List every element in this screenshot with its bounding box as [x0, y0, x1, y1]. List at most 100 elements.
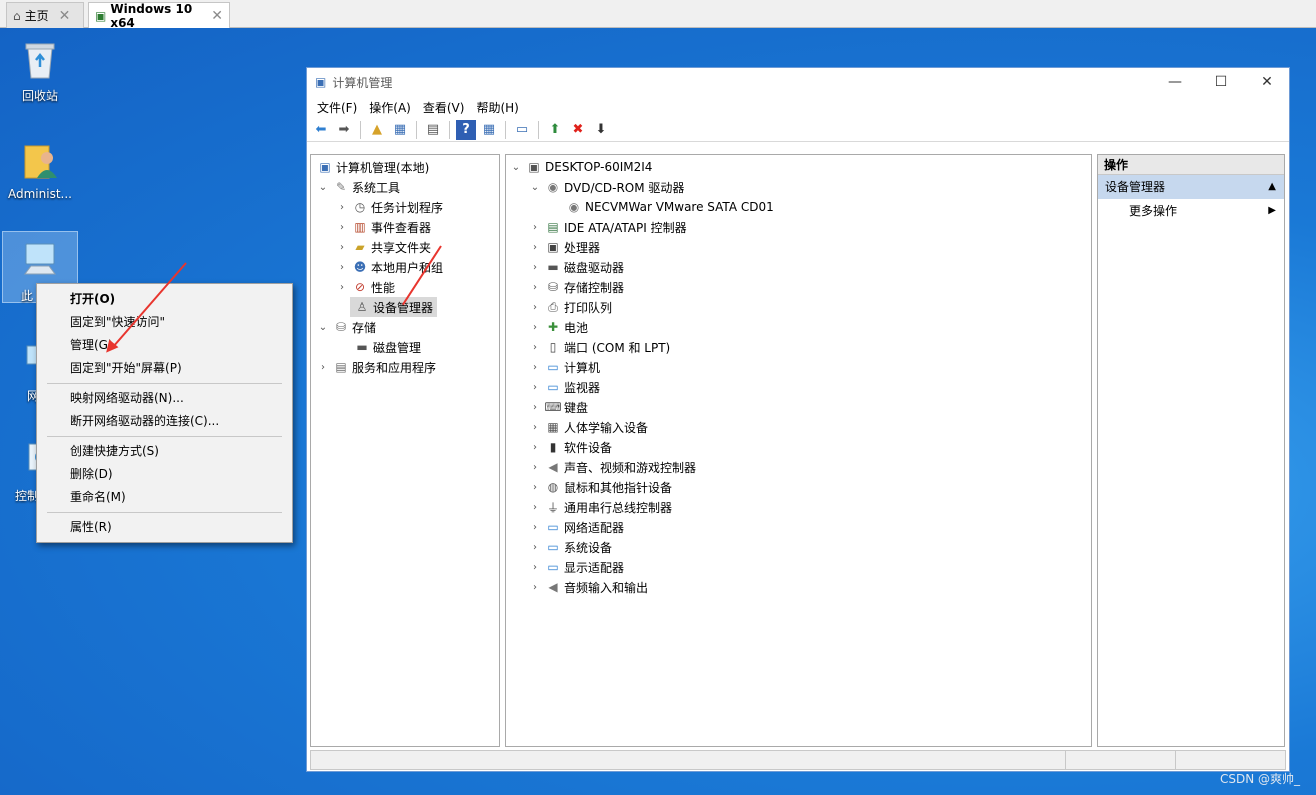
- tree-item-event-viewer[interactable]: › ▥ 事件查看器: [336, 217, 431, 237]
- tree-item-task-scheduler[interactable]: › ◷ 任务计划程序: [336, 197, 443, 217]
- close-icon[interactable]: ✕: [59, 8, 71, 24]
- tree-item-services-apps[interactable]: › ▤ 服务和应用程序: [317, 357, 436, 377]
- device-category-dvd[interactable]: ⌄ ◉ DVD/CD-ROM 驱动器: [529, 177, 685, 197]
- tab-windows10[interactable]: ▣ Windows 10 x64 ✕: [88, 2, 230, 30]
- chevron-down-icon[interactable]: ⌄: [529, 182, 541, 193]
- chevron-right-icon[interactable]: ›: [529, 242, 541, 253]
- minimize-button[interactable]: —: [1152, 68, 1198, 96]
- menu-item-map-drive[interactable]: 映射网络驱动器(N)...: [37, 387, 292, 410]
- actions-more[interactable]: 更多操作 ▶: [1098, 199, 1284, 223]
- chevron-right-icon[interactable]: ›: [529, 582, 541, 593]
- chevron-down-icon[interactable]: ⌄: [317, 322, 329, 333]
- chevron-right-icon[interactable]: ›: [336, 262, 348, 273]
- menu-item-manage[interactable]: 管理(G): [37, 334, 292, 357]
- device-category-usb[interactable]: › ⏚ 通用串行总线控制器: [529, 497, 672, 517]
- device-item-vmware-cd[interactable]: ◉ NECVMWar VMware SATA CD01: [562, 197, 774, 217]
- menu-item-delete[interactable]: 删除(D): [37, 463, 292, 486]
- device-category-print-queue[interactable]: › ⎙ 打印队列: [529, 297, 612, 317]
- help-icon[interactable]: ?: [456, 119, 476, 140]
- chevron-right-icon[interactable]: ›: [529, 362, 541, 373]
- chevron-right-icon[interactable]: ›: [336, 282, 348, 293]
- device-category-monitor[interactable]: › ▭ 监视器: [529, 377, 600, 397]
- device-category-system-device[interactable]: › ▭ 系统设备: [529, 537, 612, 557]
- chevron-right-icon[interactable]: ›: [317, 362, 329, 373]
- chevron-right-icon[interactable]: ›: [336, 242, 348, 253]
- device-category-storage-controller[interactable]: › ⛁ 存储控制器: [529, 277, 624, 297]
- menu-item-disconnect-drive[interactable]: 断开网络驱动器的连接(C)...: [37, 410, 292, 433]
- menu-help[interactable]: 帮助(H): [470, 99, 524, 116]
- device-category-audio-io[interactable]: › ◀ 音频输入和输出: [529, 577, 648, 597]
- action-pane-icon[interactable]: ▦: [479, 120, 499, 140]
- device-category-computer[interactable]: › ▭ 计算机: [529, 357, 600, 377]
- chevron-right-icon[interactable]: ›: [529, 302, 541, 313]
- device-category-software-device[interactable]: › ▮ 软件设备: [529, 437, 612, 457]
- chevron-right-icon[interactable]: ›: [529, 322, 541, 333]
- chevron-right-icon[interactable]: ›: [336, 222, 348, 233]
- device-category-network-adapter[interactable]: › ▭ 网络适配器: [529, 517, 624, 537]
- forward-icon[interactable]: ➡: [334, 120, 354, 140]
- properties-icon[interactable]: ▤: [423, 120, 443, 140]
- device-category-ide-controller[interactable]: › ▤ IDE ATA/ATAPI 控制器: [529, 217, 687, 237]
- chevron-down-icon[interactable]: ⌄: [510, 162, 522, 173]
- tree-item-computer-mgmt[interactable]: ▣ 计算机管理(本地): [313, 157, 429, 177]
- device-category-sound[interactable]: › ◀ 声音、视频和游戏控制器: [529, 457, 696, 477]
- device-category-display-adapter[interactable]: › ▭ 显示适配器: [529, 557, 624, 577]
- menu-item-pin-start[interactable]: 固定到"开始"屏幕(P): [37, 357, 292, 380]
- menu-item-create-shortcut[interactable]: 创建快捷方式(S): [37, 440, 292, 463]
- tree-item-storage[interactable]: ⌄ ⛁ 存储: [317, 317, 376, 337]
- back-icon[interactable]: ⬅: [311, 120, 331, 140]
- close-button[interactable]: ✕: [1244, 68, 1290, 96]
- chevron-right-icon[interactable]: ›: [529, 382, 541, 393]
- chevron-right-icon[interactable]: ›: [529, 502, 541, 513]
- desktop-icon-recycle-bin[interactable]: 回收站: [1, 32, 79, 104]
- actions-device-manager[interactable]: 设备管理器 ▲: [1098, 175, 1284, 199]
- chevron-right-icon[interactable]: ›: [529, 482, 541, 493]
- tree-item-performance[interactable]: › ⊘ 性能: [336, 277, 395, 297]
- tree-item-disk-management[interactable]: ▬ 磁盘管理: [350, 337, 421, 357]
- collapse-up-icon[interactable]: ▲: [1268, 175, 1276, 199]
- device-category-battery[interactable]: › ✚ 电池: [529, 317, 588, 337]
- chevron-right-icon[interactable]: ›: [529, 442, 541, 453]
- chevron-right-icon[interactable]: ›: [529, 422, 541, 433]
- maximize-button[interactable]: ☐: [1198, 68, 1244, 96]
- chevron-right-icon[interactable]: ›: [529, 522, 541, 533]
- chevron-right-icon[interactable]: ▶: [1268, 199, 1276, 223]
- device-category-disk-drive[interactable]: › ▬ 磁盘驱动器: [529, 257, 624, 277]
- device-category-hid[interactable]: › ▦ 人体学输入设备: [529, 417, 648, 437]
- tree-item-shared-folders[interactable]: › ▰ 共享文件夹: [336, 237, 431, 257]
- up-folder-icon[interactable]: ▲: [367, 120, 387, 140]
- update-driver-icon[interactable]: ⬆: [545, 120, 565, 140]
- device-category-processor[interactable]: › ▣ 处理器: [529, 237, 600, 257]
- menu-item-pin-quick-access[interactable]: 固定到"快速访问": [37, 311, 292, 334]
- device-category-keyboard[interactable]: › ⌨ 键盘: [529, 397, 588, 417]
- menu-action[interactable]: 操作(A): [363, 99, 417, 116]
- menu-view[interactable]: 查看(V): [417, 99, 471, 116]
- menu-item-properties[interactable]: 属性(R): [37, 516, 292, 539]
- uninstall-icon[interactable]: ✖: [568, 120, 588, 140]
- tree-item-device-manager[interactable]: ♙ 设备管理器: [350, 297, 438, 317]
- chevron-right-icon[interactable]: ›: [336, 202, 348, 213]
- device-category-port[interactable]: › ▯ 端口 (COM 和 LPT): [529, 337, 670, 357]
- chevron-right-icon[interactable]: ›: [529, 402, 541, 413]
- desktop-icon-administrator[interactable]: Administ...: [1, 132, 79, 201]
- show-hide-tree-icon[interactable]: ▦: [390, 120, 410, 140]
- tab-home[interactable]: ⌂ 主页 ✕: [6, 2, 84, 28]
- menu-item-open[interactable]: 打开(O): [37, 288, 292, 311]
- menu-file[interactable]: 文件(F): [311, 99, 363, 116]
- tree-item-system-tools[interactable]: ⌄ ✎ 系统工具: [317, 177, 400, 197]
- scan-hardware-icon[interactable]: ▭: [512, 120, 532, 140]
- chevron-down-icon[interactable]: ⌄: [317, 182, 329, 193]
- chevron-right-icon[interactable]: ›: [529, 542, 541, 553]
- chevron-right-icon[interactable]: ›: [529, 342, 541, 353]
- device-root[interactable]: ⌄ ▣ DESKTOP-60IM2I4: [510, 157, 653, 177]
- close-icon[interactable]: ✕: [211, 8, 223, 24]
- disable-device-icon[interactable]: ⬇: [591, 120, 611, 140]
- chevron-right-icon[interactable]: ›: [529, 262, 541, 273]
- actions-pane: 操作 设备管理器 ▲ 更多操作 ▶: [1097, 154, 1285, 747]
- chevron-right-icon[interactable]: ›: [529, 222, 541, 233]
- chevron-right-icon[interactable]: ›: [529, 282, 541, 293]
- device-category-mouse[interactable]: › ◍ 鼠标和其他指针设备: [529, 477, 672, 497]
- chevron-right-icon[interactable]: ›: [529, 462, 541, 473]
- chevron-right-icon[interactable]: ›: [529, 562, 541, 573]
- menu-item-rename[interactable]: 重命名(M): [37, 486, 292, 509]
